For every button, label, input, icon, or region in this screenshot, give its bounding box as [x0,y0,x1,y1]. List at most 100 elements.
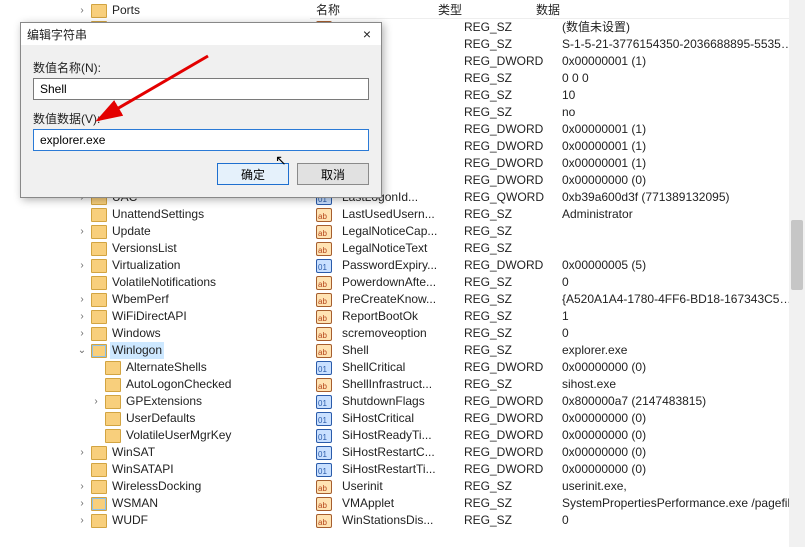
value-row[interactable]: SiHostReadyTi...REG_DWORD0x00000000 (0) [310,427,805,444]
scrollbar-vertical[interactable] [789,0,805,547]
value-type: REG_SZ [458,376,556,393]
tree-item[interactable]: ›WbemPerf [0,291,300,308]
folder-icon [91,463,107,477]
expand-icon[interactable]: › [76,257,88,274]
tree-item[interactable]: UnattendSettings [0,206,300,223]
col-type[interactable]: 类型 [432,1,530,18]
expand-icon[interactable]: › [76,444,88,461]
tree-item[interactable]: ›WSMAN [0,495,300,512]
close-icon[interactable]: × [359,26,375,42]
value-row[interactable]: SiHostRestartC...REG_DWORD0x00000000 (0) [310,444,805,461]
value-name: ReportBootOk [336,308,458,325]
value-data-label: 数值数据(V): [33,110,369,127]
value-name: PasswordExpiry... [336,257,458,274]
expand-icon[interactable]: ⌄ [76,342,88,359]
tree-item[interactable]: ⌄ Winlogon [0,342,300,359]
tree-item[interactable]: ›WUDF [0,512,300,529]
value-row[interactable]: ...IDREG_SZS-1-5-21-3776154350-203668889… [310,36,805,53]
value-data: explorer.exe [556,342,805,359]
expand-icon[interactable]: › [76,308,88,325]
value-row[interactable]: REG_SZ0 0 0 [310,70,805,87]
tree-item[interactable]: AutoLogonChecked [0,376,300,393]
tree-item[interactable]: ›WirelessDocking [0,478,300,495]
value-row[interactable]: ShellCriticalREG_DWORD0x00000000 (0) [310,359,805,376]
tree-item[interactable]: VolatileUserMgrKey [0,427,300,444]
col-name[interactable]: 名称 [310,1,432,18]
value-row[interactable]: PowerdownAfte...REG_SZ0 [310,274,805,291]
value-data: 10 [556,87,805,104]
col-data[interactable]: 数据 [530,1,805,18]
value-row[interactable]: VMAppletREG_SZSystemPropertiesPerformanc… [310,495,805,512]
value-type: REG_DWORD [458,461,556,478]
value-row[interactable]: ...Co...REG_SZno [310,104,805,121]
value-row[interactable]: SiHostCriticalREG_DWORD0x00000000 (0) [310,410,805,427]
tree-item[interactable]: › Virtualization [0,257,300,274]
value-row[interactable]: ShellREG_SZexplorer.exe [310,342,805,359]
value-row[interactable]: ShutdownFlagsREG_DWORD0x800000a7 (214748… [310,393,805,410]
expand-icon[interactable]: › [76,325,88,342]
value-row[interactable]: REG_SZ(数值未设置) [310,19,805,36]
expand-icon[interactable]: › [90,393,102,410]
value-row[interactable]: SiHostRestartTi...REG_DWORD0x00000000 (0… [310,461,805,478]
tree-item[interactable]: ›Windows [0,325,300,342]
value-row[interactable]: LastUsedUsern...REG_SZAdministrator [310,206,805,223]
value-row[interactable]: ...tIn...REG_DWORD0x00000001 (1) [310,155,805,172]
tree-item-label: Virtualization [110,257,182,274]
tree-item[interactable]: ›GPExtensions [0,393,300,410]
value-data: Administrator [556,206,805,223]
value-data: 1 [556,308,805,325]
expand-icon[interactable]: › [76,512,88,529]
value-type: REG_DWORD [458,172,556,189]
value-row[interactable]: REG_DWORD0x00000001 (1) [310,53,805,70]
tree-item[interactable]: UserDefaults [0,410,300,427]
value-row[interactable]: ReportBootOkREG_SZ1 [310,308,805,325]
value-row[interactable]: REG_DWORD0x00000001 (1) [310,138,805,155]
value-row[interactable]: LegalNoticeTextREG_SZ [310,240,805,257]
dialog-titlebar[interactable]: 编辑字符串 × [21,23,381,45]
value-row[interactable]: UserinitREG_SZuserinit.exe, [310,478,805,495]
string-value-icon [316,242,332,256]
value-row[interactable]: LegalNoticeCap...REG_SZ [310,223,805,240]
expand-icon[interactable]: › [76,2,88,19]
string-value-icon [316,310,332,324]
value-row[interactable]: ...Lo...REG_DWORD0x00000000 (0) [310,172,805,189]
value-row[interactable]: scremoveoptionREG_SZ0 [310,325,805,342]
expand-icon[interactable]: › [76,495,88,512]
expand-icon[interactable]: › [76,223,88,240]
folder-icon [91,344,107,358]
value-type: REG_SZ [458,206,556,223]
value-row[interactable]: LastLogonId...REG_QWORD0xb39a600d3f (771… [310,189,805,206]
string-value-icon [316,327,332,341]
value-data: 0 0 0 [556,70,805,87]
value-row[interactable]: ...But...REG_DWORD0x00000001 (1) [310,121,805,138]
cancel-button[interactable]: 取消 [297,163,369,185]
value-name: LegalNoticeText [336,240,458,257]
tree-item[interactable]: ›Update [0,223,300,240]
tree-item[interactable]: VersionsList [0,240,300,257]
tree-item[interactable]: ›WinSAT [0,444,300,461]
value-data-field[interactable] [33,129,369,151]
binary-value-icon [316,259,332,273]
values-list[interactable]: REG_SZ(数值未设置)...IDREG_SZS-1-5-21-3776154… [310,19,805,529]
value-row[interactable]: WinStationsDis...REG_SZ0 [310,512,805,529]
value-row[interactable]: PreCreateKnow...REG_SZ{A520A1A4-1780-4FF… [310,291,805,308]
tree-item-label: Winlogon [110,342,164,359]
value-row[interactable]: ...ns...REG_SZ10 [310,87,805,104]
tree-item[interactable]: VolatileNotifications [0,274,300,291]
value-name: SiHostRestartC... [336,444,458,461]
string-value-icon [316,344,332,358]
tree-item[interactable]: ›WiFiDirectAPI [0,308,300,325]
tree-item[interactable]: AlternateShells [0,359,300,376]
expand-icon[interactable]: › [76,291,88,308]
binary-value-icon [316,361,332,375]
value-row[interactable]: ShellInfrastruct...REG_SZsihost.exe [310,376,805,393]
value-type: REG_SZ [458,308,556,325]
tree-item[interactable]: WinSATAPI [0,461,300,478]
value-type: REG_SZ [458,512,556,529]
scrollbar-thumb[interactable] [791,220,803,290]
expand-icon[interactable]: › [76,478,88,495]
values-pane: 名称 类型 数据 REG_SZ(数值未设置)...IDREG_SZS-1-5-2… [310,0,805,547]
value-row[interactable]: PasswordExpiry...REG_DWORD0x00000005 (5) [310,257,805,274]
value-name-field[interactable] [33,78,369,100]
tree-item[interactable]: ›Ports [0,2,300,19]
